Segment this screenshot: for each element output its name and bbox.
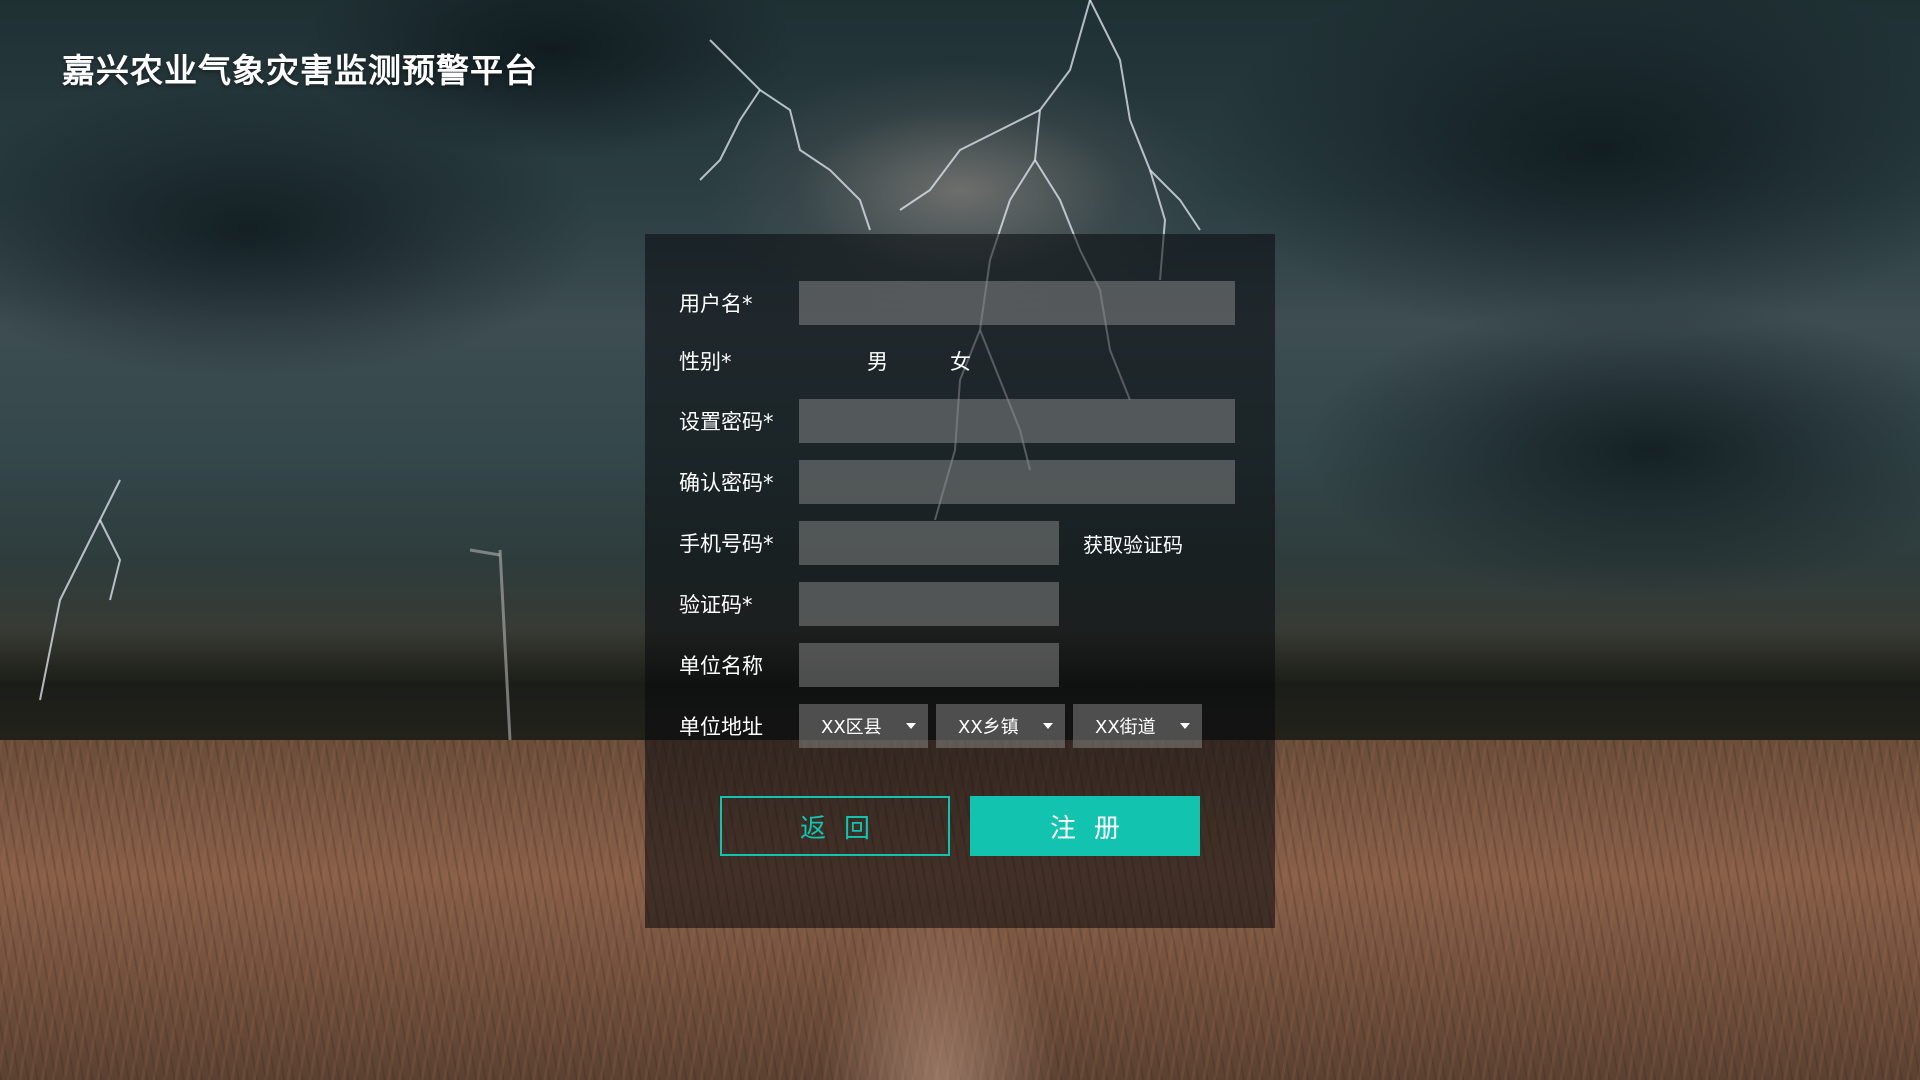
- county-select-value: XX区县: [821, 717, 882, 738]
- password-input[interactable]: [799, 399, 1235, 443]
- storm-cloud: [1200, 0, 1920, 340]
- password-row: 设置密码*: [679, 399, 1235, 443]
- org-name-input[interactable]: [799, 643, 1059, 687]
- town-select-value: XX乡镇: [958, 717, 1019, 738]
- phone-row: 手机号码* 获取验证码: [679, 521, 1183, 565]
- username-input[interactable]: [799, 281, 1235, 325]
- caret-down-icon: [1043, 723, 1053, 729]
- gender-row: 性别* 男 女: [679, 339, 997, 383]
- app-title: 嘉兴农业气象灾害监测预警平台: [62, 51, 538, 90]
- verify-code-row: 验证码*: [679, 582, 1059, 626]
- town-select[interactable]: XX乡镇: [936, 704, 1065, 748]
- confirm-password-input[interactable]: [799, 460, 1235, 504]
- username-label: 用户名*: [679, 292, 753, 316]
- confirm-password-label: 确认密码*: [679, 471, 774, 495]
- verify-code-label: 验证码*: [679, 593, 753, 617]
- password-label: 设置密码*: [679, 410, 774, 434]
- username-row: 用户名*: [679, 281, 1235, 325]
- register-button[interactable]: 注册: [970, 796, 1200, 856]
- gender-option-female[interactable]: 女: [950, 346, 971, 376]
- org-name-row: 单位名称: [679, 643, 1059, 687]
- caret-down-icon: [1180, 723, 1190, 729]
- verify-code-input[interactable]: [799, 582, 1059, 626]
- login-background: 嘉兴农业气象灾害监测预警平台 用户名* 性别* 男 女 设置密码* 确认密码* …: [0, 0, 1920, 1080]
- street-select[interactable]: XX街道: [1073, 704, 1202, 748]
- org-address-row: 单位地址 XX区县 XX乡镇 XX街道: [679, 704, 1210, 748]
- phone-label: 手机号码*: [679, 532, 774, 556]
- gender-label: 性别*: [679, 350, 732, 374]
- confirm-password-row: 确认密码*: [679, 460, 1235, 504]
- gender-option-male[interactable]: 男: [867, 346, 888, 376]
- back-button[interactable]: 返回: [720, 796, 950, 856]
- org-name-label: 单位名称: [679, 654, 763, 678]
- caret-down-icon: [906, 723, 916, 729]
- phone-input[interactable]: [799, 521, 1059, 565]
- county-select[interactable]: XX区县: [799, 704, 928, 748]
- org-address-label: 单位地址: [679, 715, 763, 739]
- street-select-value: XX街道: [1095, 717, 1156, 738]
- register-panel: 用户名* 性别* 男 女 设置密码* 确认密码* 手机号码* 获取验证码 验证码…: [645, 234, 1275, 928]
- storm-cloud: [1300, 300, 1920, 600]
- get-code-link[interactable]: 获取验证码: [1083, 529, 1183, 558]
